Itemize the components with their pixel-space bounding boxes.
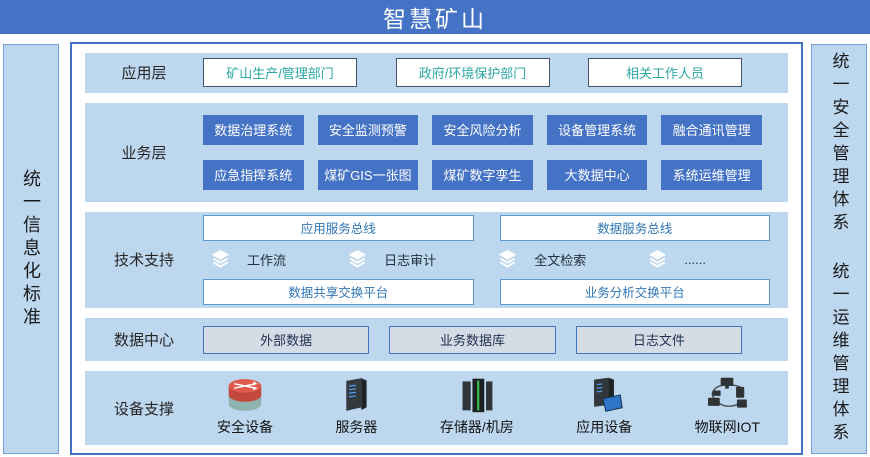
device-server-label: 服务器 <box>335 417 377 437</box>
biz-btn-system-ops: 系统运维管理 <box>661 160 762 190</box>
middleware-workflow-label: 工作流 <box>247 250 286 269</box>
data-center-label: 数据中心 <box>85 329 203 350</box>
app-box-related-staff: 相关工作人员 <box>588 58 742 87</box>
biz-btn-device-management: 设备管理系统 <box>547 115 648 145</box>
biz-btn-emergency-command: 应急指挥系统 <box>203 160 304 190</box>
tech-support-label: 技术支持 <box>85 249 203 270</box>
server-icon <box>341 376 371 414</box>
data-service-bus: 数据服务总线 <box>500 215 771 241</box>
device-storage-label: 存储器/机房 <box>440 417 514 437</box>
data-box-log-files: 日志文件 <box>576 326 742 354</box>
layers-icon <box>209 249 232 270</box>
device-application-label: 应用设备 <box>576 417 632 437</box>
app-service-bus: 应用服务总线 <box>203 215 474 241</box>
data-box-external-data: 外部数据 <box>203 326 369 354</box>
biz-btn-gis-one-map: 煤矿GIS一张图 <box>318 160 419 190</box>
business-row-1: 数据治理系统 安全监测预警 安全风险分析 设备管理系统 融合通讯管理 <box>203 115 762 145</box>
application-device-icon <box>584 376 624 414</box>
device-server: 服务器 <box>335 376 377 437</box>
tech-support-row: 技术支持 应用服务总线 数据服务总线 工作流 <box>85 212 788 309</box>
device-security-label: 安全设备 <box>217 417 273 437</box>
app-box-mine-production: 矿山生产/管理部门 <box>203 58 357 87</box>
data-center-row: 数据中心 外部数据 业务数据库 日志文件 <box>85 318 788 361</box>
left-pillar-label: 统一信息化标准 <box>18 169 44 330</box>
storage-rack-icon <box>458 376 496 414</box>
security-device-icon <box>222 376 268 414</box>
middleware-more-label: ...... <box>684 252 706 267</box>
biz-btn-risk-analysis: 安全风险分析 <box>432 115 533 145</box>
right-pillar-label-security: 统一安全管理体系 <box>827 52 852 236</box>
app-box-government-env: 政府/环境保护部门 <box>396 58 550 87</box>
application-layer-label: 应用层 <box>85 62 203 83</box>
business-row-2: 应急指挥系统 煤矿GIS一张图 煤矿数字孪生 大数据中心 系统运维管理 <box>203 160 762 190</box>
device-security: 安全设备 <box>217 376 273 437</box>
iot-network-icon <box>705 376 749 414</box>
middleware-full-text-search: 全文检索 <box>496 249 586 270</box>
layers-icon <box>496 249 519 270</box>
device-iot-label: 物联网IOT <box>695 417 760 437</box>
device-application: 应用设备 <box>576 376 632 437</box>
middleware-full-text-search-label: 全文检索 <box>534 250 586 269</box>
data-box-business-database: 业务数据库 <box>389 326 555 354</box>
middleware-log-audit-label: 日志审计 <box>384 250 436 269</box>
page-title: 智慧矿山 <box>0 0 870 34</box>
business-analysis-exchange-platform: 业务分析交换平台 <box>500 279 771 305</box>
application-layer-row: 应用层 矿山生产/管理部门 政府/环境保护部门 相关工作人员 <box>85 53 788 93</box>
biz-btn-digital-twin: 煤矿数字孪生 <box>432 160 533 190</box>
layers-icon <box>646 249 669 270</box>
right-pillar-unified-systems: 统一安全管理体系 统一运维管理体系 <box>811 44 867 454</box>
middleware-workflow: 工作流 <box>209 249 286 270</box>
exchange-platform-row: 数据共享交换平台 业务分析交换平台 <box>203 279 770 305</box>
device-support-items: 安全设备 服务器 <box>203 376 788 441</box>
business-layer-row: 业务层 数据治理系统 安全监测预警 安全风险分析 设备管理系统 融合通讯管理 应… <box>85 103 788 202</box>
data-sharing-exchange-platform: 数据共享交换平台 <box>203 279 474 305</box>
architecture-main-panel: 应用层 矿山生产/管理部门 政府/环境保护部门 相关工作人员 业务层 数据治理系… <box>70 42 803 455</box>
layers-icon <box>346 249 369 270</box>
biz-btn-converged-comms: 融合通讯管理 <box>661 115 762 145</box>
left-pillar-unified-information-standard: 统一信息化标准 <box>3 44 59 454</box>
right-pillar-label-ops: 统一运维管理体系 <box>827 262 852 446</box>
device-support-row: 设备支撑 安全设备 <box>85 371 788 445</box>
biz-btn-safety-monitoring: 安全监测预警 <box>318 115 419 145</box>
application-layer-boxes: 矿山生产/管理部门 政府/环境保护部门 相关工作人员 <box>203 58 788 87</box>
business-layer-buttons: 数据治理系统 安全监测预警 安全风险分析 设备管理系统 融合通讯管理 应急指挥系… <box>203 115 788 190</box>
tech-support-content: 应用服务总线 数据服务总线 工作流 日志审计 <box>203 215 788 305</box>
business-layer-label: 业务层 <box>85 142 203 163</box>
service-bus-row: 应用服务总线 数据服务总线 <box>203 215 770 241</box>
middleware-log-audit: 日志审计 <box>346 249 436 270</box>
biz-btn-data-governance: 数据治理系统 <box>203 115 304 145</box>
device-storage: 存储器/机房 <box>440 376 514 437</box>
middleware-more: ...... <box>646 249 706 270</box>
data-center-boxes: 外部数据 业务数据库 日志文件 <box>203 326 788 354</box>
device-iot: 物联网IOT <box>695 376 760 437</box>
smart-mine-architecture-diagram: 智慧矿山 统一信息化标准 统一安全管理体系 统一运维管理体系 应用层 矿山生产/… <box>0 0 870 457</box>
biz-btn-big-data-center: 大数据中心 <box>547 160 648 190</box>
middleware-row: 工作流 日志审计 全文检索 <box>203 248 770 272</box>
device-support-label: 设备支撑 <box>85 398 203 419</box>
